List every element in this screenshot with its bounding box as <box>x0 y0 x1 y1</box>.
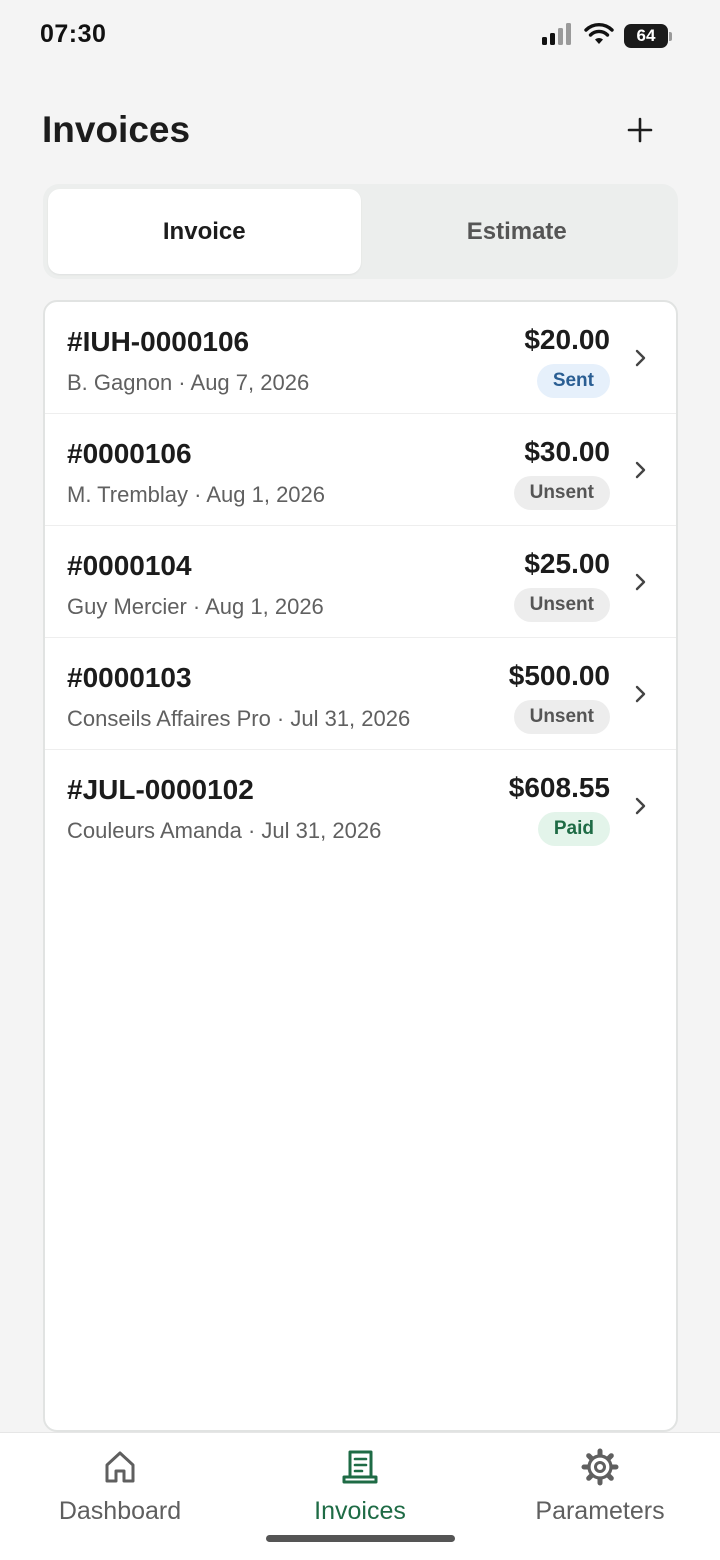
chevron-right-icon <box>635 573 646 591</box>
receipt-icon <box>342 1450 378 1484</box>
status-badge: Sent <box>536 364 610 398</box>
invoice-amount: $30.00 <box>524 436 610 467</box>
invoice-amount: $608.55 <box>508 772 610 803</box>
chevron-right-icon <box>635 349 646 367</box>
cellular-signal-icon <box>542 22 574 50</box>
home-icon <box>105 1451 135 1483</box>
add-invoice-button[interactable] <box>618 108 662 152</box>
invoice-row[interactable]: #0000103 Conseils Affaires Pro · Jul 31,… <box>45 638 676 750</box>
status-badge: Unsent <box>513 476 610 510</box>
invoice-number: #0000103 <box>67 662 192 693</box>
battery-level: 64 <box>624 24 668 48</box>
invoice-amount: $20.00 <box>524 324 610 355</box>
plus-icon <box>627 117 653 143</box>
invoice-client-date: Guy Mercier · Aug 1, 2026 <box>67 594 324 619</box>
nav-label-dashboard: Dashboard <box>58 1497 182 1525</box>
invoice-client-date: B. Gagnon · Aug 7, 2026 <box>67 370 310 395</box>
page-title: Invoices <box>42 109 191 150</box>
segment-invoice[interactable]: Invoice <box>48 189 361 274</box>
invoice-client-date: Conseils Affaires Pro · Jul 31, 2026 <box>67 706 411 731</box>
home-indicator[interactable] <box>266 1535 455 1542</box>
chevron-right-icon <box>635 461 646 479</box>
invoice-row[interactable]: #JUL-0000102 Couleurs Amanda · Jul 31, 2… <box>45 750 676 862</box>
invoice-number: #0000104 <box>67 550 192 581</box>
nav-item-invoices[interactable]: Invoices <box>240 1447 480 1547</box>
invoice-amount: $500.00 <box>508 660 610 691</box>
nav-item-dashboard[interactable]: Dashboard <box>0 1447 240 1547</box>
nav-label-parameters: Parameters <box>535 1497 665 1525</box>
invoice-row[interactable]: #0000104 Guy Mercier · Aug 1, 2026 $25.0… <box>45 526 676 638</box>
nav-item-parameters[interactable]: Parameters <box>480 1447 720 1547</box>
invoice-list: #IUH-0000106 B. Gagnon · Aug 7, 2026 $20… <box>43 300 678 1432</box>
page-header: Invoices <box>42 106 662 154</box>
invoice-number: #JUL-0000102 <box>67 774 254 805</box>
invoice-amount: $25.00 <box>524 548 610 579</box>
invoice-row[interactable]: #0000106 M. Tremblay · Aug 1, 2026 $30.0… <box>45 414 676 526</box>
invoice-row[interactable]: #IUH-0000106 B. Gagnon · Aug 7, 2026 $20… <box>45 302 676 414</box>
gear-icon <box>581 1448 619 1486</box>
invoice-estimate-segmented-control: Invoice Estimate <box>43 184 678 279</box>
segment-estimate[interactable]: Estimate <box>361 189 674 274</box>
battery-icon: 64 <box>624 24 672 48</box>
status-badge: Paid <box>537 812 610 846</box>
status-icons: 64 <box>542 22 672 50</box>
status-badge: Unsent <box>513 700 610 734</box>
invoice-number: #0000106 <box>67 438 192 469</box>
wifi-icon <box>584 22 614 51</box>
invoice-client-date: Couleurs Amanda · Jul 31, 2026 <box>67 818 382 843</box>
status-badge: Unsent <box>513 588 610 622</box>
status-time: 07:30 <box>40 20 107 48</box>
chevron-right-icon <box>635 797 646 815</box>
chevron-right-icon <box>635 685 646 703</box>
status-bar: 07:30 64 <box>0 0 720 72</box>
nav-label-invoices: Invoices <box>314 1497 406 1525</box>
invoice-number: #IUH-0000106 <box>67 326 250 357</box>
invoice-client-date: M. Tremblay · Aug 1, 2026 <box>67 482 326 507</box>
